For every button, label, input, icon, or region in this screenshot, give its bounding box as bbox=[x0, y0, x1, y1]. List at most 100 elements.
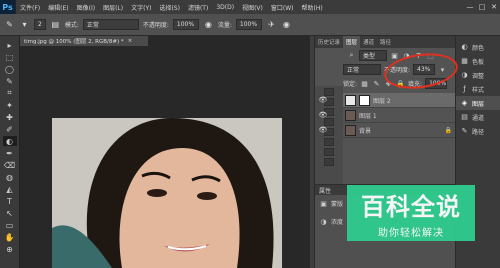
density-label: 浓度 bbox=[331, 219, 344, 226]
brush-size-picker[interactable]: 2 bbox=[34, 19, 46, 30]
tool-button[interactable]: ◯ bbox=[3, 64, 17, 74]
panel-icon: ✎ bbox=[461, 127, 468, 135]
brush-panel-icon[interactable]: ▤ bbox=[50, 19, 61, 30]
side-panel-item[interactable]: ▤ 通道 bbox=[456, 110, 500, 124]
brush-tool-icon[interactable]: ✎ bbox=[4, 19, 15, 30]
tool-button[interactable]: ⌫ bbox=[3, 160, 17, 170]
tool-button[interactable]: ◐ bbox=[2, 136, 17, 146]
side-panel-item[interactable]: ◑ 调整 bbox=[456, 68, 500, 82]
layer-thumbnail bbox=[345, 94, 356, 106]
tab-channels[interactable]: 通道 bbox=[360, 36, 377, 48]
pressure-opacity-icon[interactable]: ◉ bbox=[203, 19, 214, 30]
panel-tabs: 历史记录 图层 通道 路径 bbox=[315, 36, 456, 48]
tool-button[interactable]: ✋ bbox=[3, 232, 17, 242]
visibility-eye-icon[interactable]: 👁 bbox=[317, 124, 329, 136]
side-panel-label: 图层 bbox=[472, 100, 485, 108]
tool-button[interactable]: ✦ bbox=[3, 100, 17, 110]
layer-name[interactable]: 图层 1 bbox=[359, 111, 377, 120]
history-item[interactable] bbox=[324, 158, 334, 166]
layer-name[interactable]: 图层 2 bbox=[373, 96, 391, 105]
blend-mode-select[interactable]: 正常 bbox=[343, 64, 381, 75]
tool-button[interactable]: ⊕ bbox=[3, 244, 17, 254]
tab-layers[interactable]: 图层 bbox=[343, 36, 361, 48]
menu-image[interactable]: 图像(I) bbox=[73, 3, 99, 12]
tool-button[interactable]: ⌗ bbox=[3, 88, 17, 98]
layer-row-1[interactable]: 👁 图层 1 bbox=[319, 108, 456, 123]
menu-layer[interactable]: 图层(L) bbox=[99, 3, 127, 12]
lock-transparency-icon[interactable]: ▦ bbox=[360, 79, 369, 88]
lock-pixels-icon[interactable]: ✎ bbox=[372, 79, 381, 88]
layer-row-background[interactable]: 👁 背景 🔒 bbox=[319, 123, 456, 138]
layer-mask-thumbnail[interactable] bbox=[359, 94, 370, 106]
panel-icon: ƒ bbox=[463, 85, 466, 93]
document-tab[interactable]: timg.jpg @ 100% (图层 2, RGB/8#) * × bbox=[20, 36, 148, 46]
document-title: timg.jpg @ 100% (图层 2, RGB/8#) * bbox=[24, 39, 124, 45]
menu-help[interactable]: 帮助(H) bbox=[298, 3, 327, 12]
tool-button[interactable]: ↖ bbox=[3, 208, 17, 218]
filter-pixel-icon[interactable]: ▣ bbox=[390, 51, 399, 60]
side-panel-item[interactable]: ƒ 样式 bbox=[456, 82, 500, 96]
opacity-field[interactable]: 100% bbox=[172, 19, 199, 30]
pressure-size-icon[interactable]: ◉ bbox=[281, 19, 292, 30]
close-tab-icon[interactable]: × bbox=[128, 38, 133, 44]
close-button[interactable]: ✕ bbox=[488, 0, 500, 14]
panel-icon: ▦ bbox=[461, 57, 468, 65]
watermark-subtitle: 助你轻松解决 bbox=[378, 228, 444, 239]
opacity-label: 不透明度: bbox=[142, 22, 169, 29]
side-panel-label: 样式 bbox=[472, 86, 485, 94]
side-panel-label: 路径 bbox=[472, 128, 485, 136]
tool-button[interactable]: T bbox=[3, 196, 17, 206]
tools-panel: ▸ ⬚ ◯ ✎ ⌗ ✦ ✚ ✐ ◐ ✒ ⌫ ◍ ◭ T ↖ ▭ ✋ ⊕ bbox=[0, 36, 20, 268]
tool-button[interactable]: ✐ bbox=[3, 124, 17, 134]
tab-history[interactable]: 历史记录 bbox=[315, 36, 343, 48]
tool-button[interactable]: ▸ bbox=[3, 40, 17, 50]
menu-window[interactable]: 窗口(W) bbox=[267, 3, 298, 12]
side-panel-item[interactable]: ◐ 颜色 bbox=[456, 40, 500, 54]
maximize-button[interactable]: □ bbox=[476, 0, 488, 14]
mode-value: 正常 bbox=[86, 22, 99, 29]
visibility-eye-icon[interactable]: 👁 bbox=[317, 94, 329, 106]
chevron-down-icon[interactable]: ▾ bbox=[19, 19, 30, 30]
tool-button[interactable]: ⬚ bbox=[3, 52, 17, 62]
mask-icon[interactable]: ▣ bbox=[319, 199, 328, 208]
side-panel-item[interactable]: ▦ 色板 bbox=[456, 54, 500, 68]
tool-button[interactable]: ◭ bbox=[3, 184, 17, 194]
side-panel-item[interactable]: ✎ 路径 bbox=[456, 124, 500, 138]
history-item[interactable] bbox=[324, 148, 334, 156]
side-panel-item[interactable]: ◈ 图层 bbox=[456, 96, 500, 110]
menu-edit[interactable]: 编辑(E) bbox=[44, 3, 72, 12]
menu-file[interactable]: 文件(F) bbox=[16, 3, 44, 12]
menu-3d[interactable]: 3D(D) bbox=[212, 4, 238, 11]
flow-field[interactable]: 100% bbox=[235, 19, 262, 30]
window-controls: — □ ✕ bbox=[464, 0, 500, 14]
tool-button[interactable]: ◍ bbox=[3, 172, 17, 182]
mode-select[interactable]: 正常 bbox=[82, 19, 139, 30]
tool-button[interactable]: ✒ bbox=[3, 148, 17, 158]
layer-kind-select[interactable]: 类型 bbox=[359, 50, 387, 61]
canvas-photo[interactable] bbox=[52, 118, 282, 268]
layer-row-2[interactable]: 👁 图层 2 bbox=[319, 93, 456, 108]
history-item[interactable] bbox=[324, 138, 334, 146]
layer-thumbnail bbox=[345, 124, 356, 136]
watermark-title: 百科全说 bbox=[361, 193, 461, 221]
photoshop-logo: Ps bbox=[0, 0, 16, 14]
brush-size-value: 2 bbox=[38, 21, 42, 28]
tool-button[interactable]: ✚ bbox=[3, 112, 17, 122]
minimize-button[interactable]: — bbox=[464, 0, 476, 14]
tab-paths[interactable]: 路径 bbox=[377, 36, 394, 48]
menu-view[interactable]: 视图(V) bbox=[238, 3, 267, 12]
visibility-eye-icon[interactable]: 👁 bbox=[317, 109, 329, 121]
panel-icon: ◈ bbox=[461, 99, 468, 107]
options-bar: ✎ ▾ 2 ▤ 模式: 正常 不透明度: 100% ◉ 流量: 100% ✈ ◉ bbox=[0, 14, 500, 36]
blend-mode-value: 正常 bbox=[347, 67, 360, 74]
airbrush-icon[interactable]: ✈ bbox=[266, 19, 277, 30]
menu-select[interactable]: 选择(S) bbox=[155, 3, 184, 12]
layer-name[interactable]: 背景 bbox=[359, 126, 371, 135]
menu-filter[interactable]: 滤镜(T) bbox=[184, 3, 212, 12]
side-panel-label: 调整 bbox=[472, 72, 485, 80]
portrait-image bbox=[52, 118, 282, 268]
menu-type[interactable]: 文字(Y) bbox=[127, 3, 155, 12]
layer-thumbnail bbox=[345, 109, 356, 121]
tool-button[interactable]: ✎ bbox=[3, 76, 17, 86]
tool-button[interactable]: ▭ bbox=[3, 220, 17, 230]
